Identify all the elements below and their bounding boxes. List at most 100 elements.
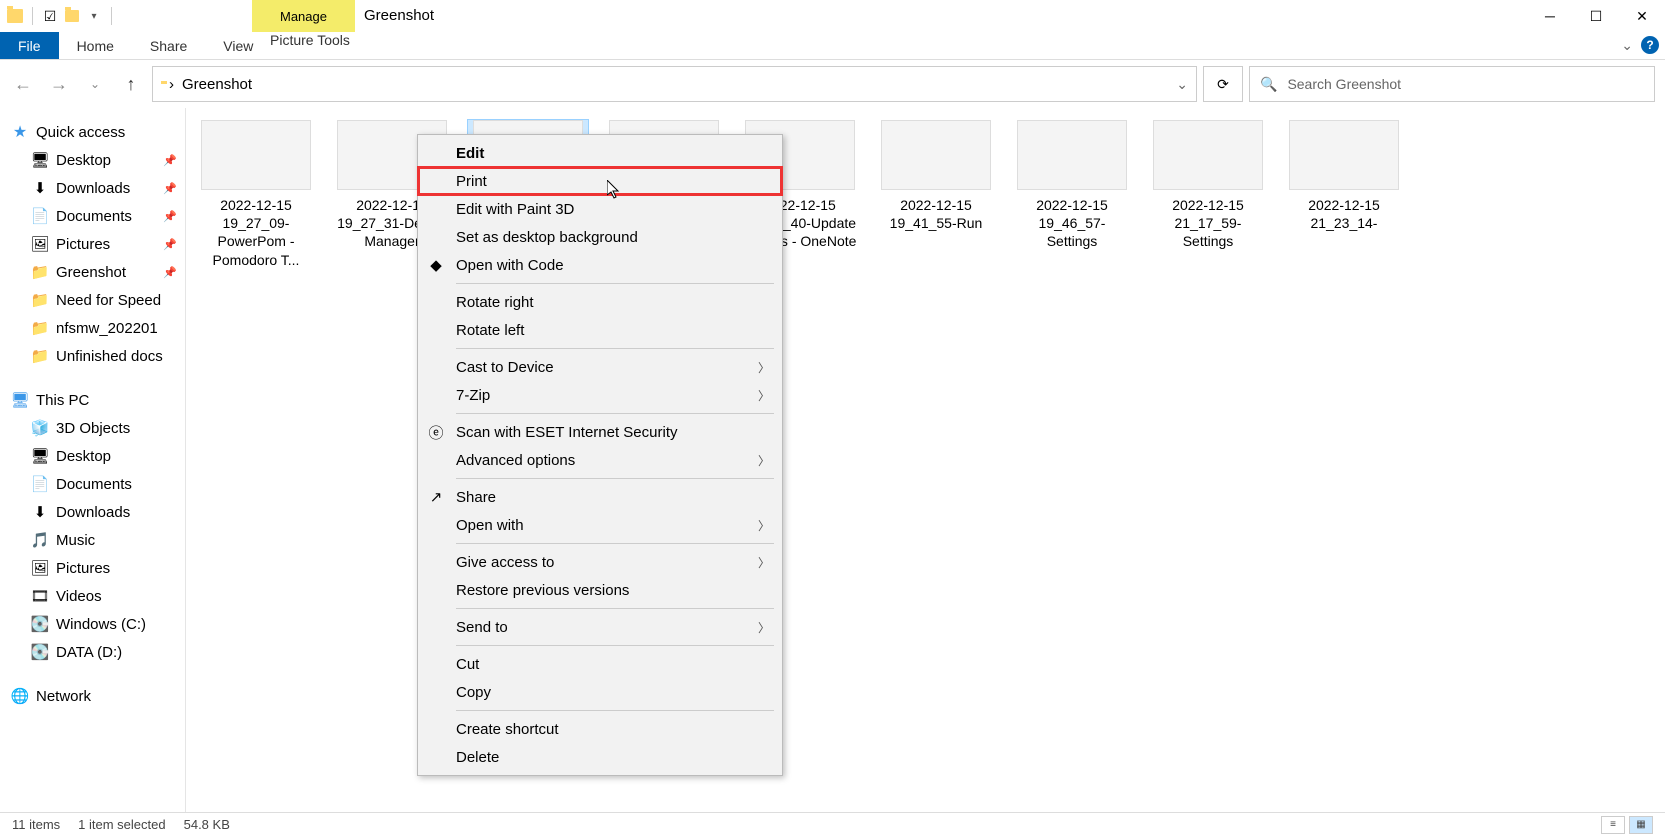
up-button[interactable]: ↑: [116, 69, 146, 99]
context-menu-label: Give access to: [456, 554, 554, 571]
context-menu-item[interactable]: Rotate right: [418, 288, 782, 316]
sidebar-item-label: Desktop: [56, 448, 111, 465]
sidebar-item-icon: 🖼: [30, 558, 50, 578]
sidebar-item[interactable]: 🖥 Desktop: [0, 442, 185, 470]
sidebar-item[interactable]: ⬇Downloads📌: [0, 174, 185, 202]
sidebar-item-icon: 🖼: [30, 234, 50, 254]
sidebar-item[interactable]: 📁Unfinished docs: [0, 342, 185, 370]
sidebar-item[interactable]: 🖥Desktop📌: [0, 146, 185, 174]
context-menu-item[interactable]: ↗Share: [418, 483, 782, 511]
separator: [111, 7, 112, 25]
refresh-button[interactable]: ⟳: [1203, 66, 1243, 102]
submenu-arrow-icon: 〉: [758, 554, 770, 571]
context-menu-label: Send to: [456, 619, 508, 636]
sidebar-item[interactable]: 📁Greenshot📌: [0, 258, 185, 286]
context-menu-label: 7-Zip: [456, 387, 490, 404]
file-item[interactable]: 2022-12-15 19_41_55-Run: [876, 120, 996, 269]
sidebar-item[interactable]: 💽DATA (D:): [0, 638, 185, 666]
file-tab[interactable]: File: [0, 32, 59, 59]
sidebar-item-icon: ⬇: [30, 178, 50, 198]
sidebar-item[interactable]: 🧊3D Objects: [0, 414, 185, 442]
qat-dropdown[interactable]: ▾: [85, 7, 103, 25]
pin-icon: 📌: [163, 154, 177, 167]
context-menu-item[interactable]: Cut: [418, 650, 782, 678]
context-menu-item[interactable]: Create shortcut: [418, 715, 782, 743]
view-thumbnails-button[interactable]: ▦: [1629, 816, 1653, 834]
pin-icon: 📌: [163, 266, 177, 279]
context-menu-item[interactable]: Set as desktop background: [418, 223, 782, 251]
breadcrumb-greenshot[interactable]: Greenshot: [182, 76, 252, 93]
back-button[interactable]: ←: [8, 69, 38, 99]
maximize-button[interactable]: ☐: [1573, 0, 1619, 32]
sidebar-item[interactable]: 🎵Music: [0, 526, 185, 554]
context-menu-item[interactable]: Give access to 〉: [418, 548, 782, 576]
eset-icon: ⓔ: [426, 422, 446, 442]
sidebar-item[interactable]: 📁Need for Speed: [0, 286, 185, 314]
forward-button[interactable]: →: [44, 69, 74, 99]
file-item[interactable]: 2022-12-15 21_23_14-: [1284, 120, 1404, 269]
context-menu-item[interactable]: Restore previous versions: [418, 576, 782, 604]
pc-icon: 🖥: [10, 390, 30, 410]
context-menu-item[interactable]: Copy: [418, 678, 782, 706]
context-menu-item[interactable]: Rotate left: [418, 316, 782, 344]
share-tab[interactable]: Share: [132, 32, 205, 59]
submenu-arrow-icon: 〉: [758, 359, 770, 376]
sidebar-item-icon: 🖥: [30, 150, 50, 170]
context-menu-item[interactable]: Cast to Device〉: [418, 353, 782, 381]
sidebar-item[interactable]: 🎞Videos: [0, 582, 185, 610]
context-menu-item[interactable]: 7-Zip〉: [418, 381, 782, 409]
context-menu-item[interactable]: Edit with Paint 3D: [418, 195, 782, 223]
context-menu-item[interactable]: Delete: [418, 743, 782, 771]
manage-contextual-tab[interactable]: Manage: [252, 0, 355, 32]
home-tab[interactable]: Home: [59, 32, 132, 59]
minimize-button[interactable]: ─: [1527, 0, 1573, 32]
vscode-icon: ◆: [426, 255, 446, 275]
view-details-button[interactable]: ≡: [1601, 816, 1625, 834]
context-menu-item[interactable]: Open with〉: [418, 511, 782, 539]
context-menu-label: Print: [456, 173, 487, 190]
context-menu-separator: [456, 710, 774, 711]
status-item-count: 11 items: [12, 817, 60, 832]
search-box[interactable]: 🔍 Search Greenshot: [1249, 66, 1655, 102]
sidebar-item[interactable]: 📁nfsmw_202201: [0, 314, 185, 342]
sidebar-item-label: Pictures: [56, 560, 110, 577]
file-list[interactable]: 2022-12-15 19_27_09-PowerPom - Pomodoro …: [186, 108, 1665, 812]
context-menu-item[interactable]: Print: [418, 167, 782, 195]
sidebar-item[interactable]: 📄Documents: [0, 470, 185, 498]
properties-icon[interactable]: ☑: [41, 7, 59, 25]
context-menu-label: Create shortcut: [456, 721, 559, 738]
sidebar-item[interactable]: ⬇Downloads: [0, 498, 185, 526]
sidebar-item[interactable]: 📄Documents📌: [0, 202, 185, 230]
context-menu-label: Rotate right: [456, 294, 534, 311]
share-icon: ↗: [426, 487, 446, 507]
file-thumbnail: [1153, 120, 1263, 190]
sidebar-item[interactable]: 🖼 Pictures: [0, 554, 185, 582]
context-menu-label: Cut: [456, 656, 479, 673]
help-icon[interactable]: ?: [1641, 36, 1659, 54]
context-menu-item[interactable]: ⓔScan with ESET Internet Security: [418, 418, 782, 446]
close-button[interactable]: ✕: [1619, 0, 1665, 32]
sidebar-this-pc[interactable]: 🖥 This PC: [0, 386, 185, 414]
context-menu-item[interactable]: Advanced options〉: [418, 446, 782, 474]
sidebar-item-label: Windows (C:): [56, 616, 146, 633]
sidebar-item[interactable]: 💽Windows (C:): [0, 610, 185, 638]
sidebar-network[interactable]: 🌐 Network: [0, 682, 185, 710]
context-menu-item[interactable]: Send to〉: [418, 613, 782, 641]
file-item[interactable]: 2022-12-15 19_46_57-Settings: [1012, 120, 1132, 269]
picture-tools-tab[interactable]: Picture Tools: [252, 32, 368, 48]
recent-locations-button[interactable]: ⌄: [80, 69, 110, 99]
address-dropdown-icon[interactable]: ⌄: [1176, 76, 1188, 93]
file-item[interactable]: 2022-12-15 19_27_09-PowerPom - Pomodoro …: [196, 120, 316, 269]
sidebar-item-label: nfsmw_202201: [56, 320, 158, 337]
file-label: 2022-12-15 19_41_55-Run: [876, 196, 996, 232]
sidebar-item[interactable]: 🖼Pictures📌: [0, 230, 185, 258]
address-bar[interactable]: › Greenshot ⌄: [152, 66, 1197, 102]
submenu-arrow-icon: 〉: [758, 517, 770, 534]
context-menu-item[interactable]: Edit: [418, 139, 782, 167]
ribbon-expand-icon[interactable]: ⌄: [1621, 37, 1633, 54]
sidebar-item-label: Need for Speed: [56, 292, 161, 309]
sidebar-item-icon: 🖥: [30, 446, 50, 466]
sidebar-quick-access[interactable]: ★ Quick access: [0, 118, 185, 146]
file-item[interactable]: 2022-12-15 21_17_59-Settings: [1148, 120, 1268, 269]
context-menu-item[interactable]: ◆Open with Code: [418, 251, 782, 279]
